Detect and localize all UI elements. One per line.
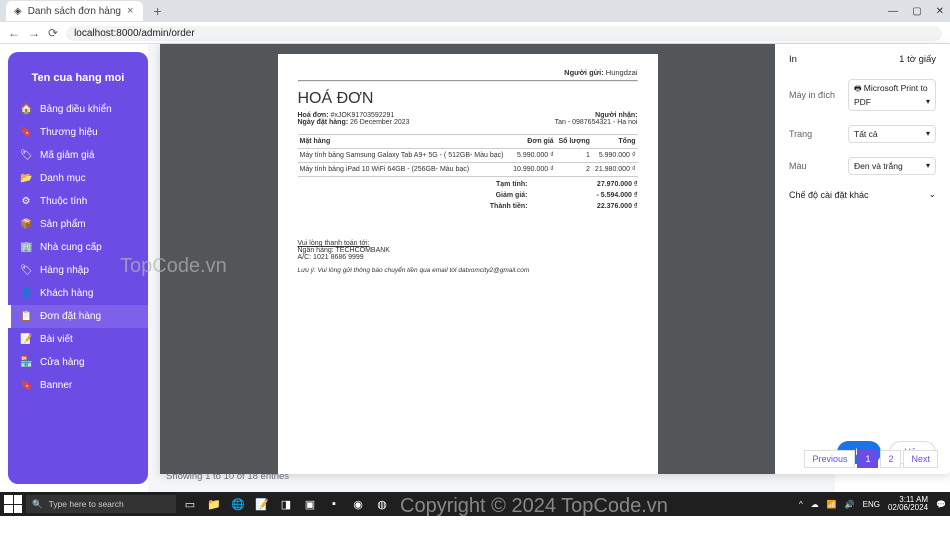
system-clock[interactable]: 3:11 AM 02/06/2024 xyxy=(888,496,928,512)
vscode-icon[interactable]: ◨ xyxy=(276,495,296,513)
close-window-button[interactable]: ✕ xyxy=(936,6,944,17)
sidebar-item-3[interactable]: 📂 Danh mục xyxy=(8,167,148,190)
print-dialog: Người gửi: Hungdzai HOÁ ĐƠN Hoá đơn: #xJ… xyxy=(160,44,950,474)
tab-favicon: ◈ xyxy=(14,6,22,17)
app2-icon[interactable]: ◉ xyxy=(348,495,368,513)
nav-label: Thuộc tính xyxy=(40,196,87,207)
nav-label: Đơn đặt hàng xyxy=(40,311,101,322)
address-bar[interactable]: localhost:8000/admin/order xyxy=(66,26,942,41)
window-controls: — ▢ ✕ xyxy=(888,6,944,17)
back-button[interactable]: ← xyxy=(8,26,20,40)
print-preview-pane: Người gửi: Hungdzai HOÁ ĐƠN Hoá đơn: #xJ… xyxy=(160,44,775,474)
windows-taskbar: 🔍 Type here to search ▭ 📁 🌐 📝 ◨ ▣ ▪ ◉ ◍ … xyxy=(0,492,950,516)
nav-label: Bảng điều khiển xyxy=(40,104,112,115)
close-icon[interactable]: × xyxy=(127,5,133,17)
sidebar-item-7[interactable]: 🏷 Hàng nhập xyxy=(8,259,148,282)
sidebar-item-8[interactable]: 👤 Khách hàng xyxy=(8,282,148,305)
nav-label: Banner xyxy=(40,380,72,391)
more-settings-toggle[interactable]: Chế độ cài đặt khác xyxy=(789,189,936,200)
table-row: Máy tính bảng iPad 10 WiFi 64GB - (256GB… xyxy=(298,163,638,177)
sidebar-item-1[interactable]: 🔖 Thương hiệu xyxy=(8,121,148,144)
prev-page-button[interactable]: Previous xyxy=(804,450,855,468)
table-row: Máy tính bảng Samsung Galaxy Tab A9+ 5G … xyxy=(298,149,638,163)
tray-cloud-icon[interactable]: ☁ xyxy=(811,500,819,509)
nav-label: Nhà cung cấp xyxy=(40,242,102,253)
new-tab-button[interactable]: + xyxy=(153,3,161,19)
start-button[interactable] xyxy=(4,495,22,513)
tray-lang-icon[interactable]: ENG xyxy=(863,500,880,509)
nav-label: Sản phẩm xyxy=(40,219,86,230)
tray-wifi-icon[interactable]: 📶 xyxy=(827,500,837,509)
pages-select[interactable]: Tất cả xyxy=(848,125,936,143)
chrome-icon[interactable]: 🌐 xyxy=(228,495,248,513)
pagination: Previous 1 2 Next xyxy=(804,450,938,468)
nav-label: Danh mục xyxy=(40,173,86,184)
tray-sound-icon[interactable]: 🔊 xyxy=(845,500,855,509)
minimize-button[interactable]: — xyxy=(888,6,898,17)
print-options-panel: In 1 tờ giấy Máy in đích 🖶 Microsoft Pri… xyxy=(775,44,950,474)
terminal-icon[interactable]: ▪ xyxy=(324,495,344,513)
browser-tab[interactable]: ◈ Danh sách đơn hàng × xyxy=(6,1,143,21)
tab-title: Danh sách đơn hàng xyxy=(28,6,121,17)
app-icon[interactable]: ▣ xyxy=(300,495,320,513)
page-1-button[interactable]: 1 xyxy=(857,450,878,468)
sidebar-item-12[interactable]: 🔖 Banner xyxy=(8,374,148,397)
nav-icon: 🏢 xyxy=(20,242,32,253)
nav-icon: 📦 xyxy=(20,219,32,230)
sidebar-item-2[interactable]: 🏷 Mã giảm giá xyxy=(8,144,148,167)
invoice-title: HOÁ ĐƠN xyxy=(298,90,638,108)
next-page-button[interactable]: Next xyxy=(903,450,938,468)
nav-label: Mã giảm giá xyxy=(40,150,94,161)
destination-select[interactable]: 🖶 Microsoft Print to PDF xyxy=(848,79,936,111)
pages-label: Trang xyxy=(789,129,812,139)
sidebar-item-5[interactable]: 📦 Sản phẩm xyxy=(8,213,148,236)
explorer-icon[interactable]: 📁 xyxy=(204,495,224,513)
store-name: Ten cua hang moi xyxy=(8,64,148,98)
print-page-count: 1 tờ giấy xyxy=(899,54,936,65)
sidebar-item-0[interactable]: 🏠 Bảng điều khiển xyxy=(8,98,148,121)
reload-button[interactable]: ⟳ xyxy=(48,26,58,40)
nav-icon: 📋 xyxy=(20,311,32,322)
color-select[interactable]: Đen và trắng xyxy=(848,157,936,175)
destination-label: Máy in đích xyxy=(789,90,835,100)
nav-icon: 👤 xyxy=(20,288,32,299)
nav-label: Khách hàng xyxy=(40,288,93,299)
nav-icon: 🏪 xyxy=(20,357,32,368)
sidebar-item-11[interactable]: 🏪 Cửa hàng xyxy=(8,351,148,374)
nav-label: Bài viết xyxy=(40,334,73,345)
invoice-page: Người gửi: Hungdzai HOÁ ĐƠN Hoá đơn: #xJ… xyxy=(278,54,658,474)
sidebar-item-10[interactable]: 📝 Bài viết xyxy=(8,328,148,351)
invoice-table: Mặt hàng Đơn giá Số lượng Tổng Máy tính … xyxy=(298,134,638,177)
nav-icon: 🏷 xyxy=(20,150,32,161)
tray-chevron-icon[interactable]: ^ xyxy=(799,500,803,509)
nav-icon: 🏠 xyxy=(20,104,32,115)
nav-icon: 📂 xyxy=(20,173,32,184)
admin-sidebar: Ten cua hang moi 🏠 Bảng điều khiển 🔖 Thương… xyxy=(8,52,148,484)
taskbar-search[interactable]: 🔍 Type here to search xyxy=(26,495,176,513)
sidebar-item-4[interactable]: ⚙ Thuộc tính xyxy=(8,190,148,213)
nav-icon: 🔖 xyxy=(20,127,32,138)
sidebar-item-9[interactable]: 📋 Đơn đặt hàng xyxy=(8,305,148,328)
notepad-icon[interactable]: 📝 xyxy=(252,495,272,513)
xampp-icon[interactable]: ◍ xyxy=(372,495,392,513)
print-header: In xyxy=(789,54,797,65)
forward-button[interactable]: → xyxy=(28,26,40,40)
task-view-icon[interactable]: ▭ xyxy=(180,495,200,513)
search-icon: 🔍 xyxy=(32,499,43,510)
color-label: Màu xyxy=(789,161,807,171)
notifications-icon[interactable]: 💬 xyxy=(936,500,946,509)
page-2-button[interactable]: 2 xyxy=(880,450,901,468)
nav-label: Thương hiệu xyxy=(40,127,98,138)
nav-icon: 🔖 xyxy=(20,380,32,391)
nav-icon: 📝 xyxy=(20,334,32,345)
nav-icon: 🏷 xyxy=(20,265,32,276)
browser-chrome: ◈ Danh sách đơn hàng × + — ▢ ✕ ← → ⟳ loc… xyxy=(0,0,950,44)
sidebar-item-6[interactable]: 🏢 Nhà cung cấp xyxy=(8,236,148,259)
maximize-button[interactable]: ▢ xyxy=(912,6,921,17)
nav-label: Hàng nhập xyxy=(40,265,89,276)
nav-label: Cửa hàng xyxy=(40,357,85,368)
nav-icon: ⚙ xyxy=(20,196,32,207)
